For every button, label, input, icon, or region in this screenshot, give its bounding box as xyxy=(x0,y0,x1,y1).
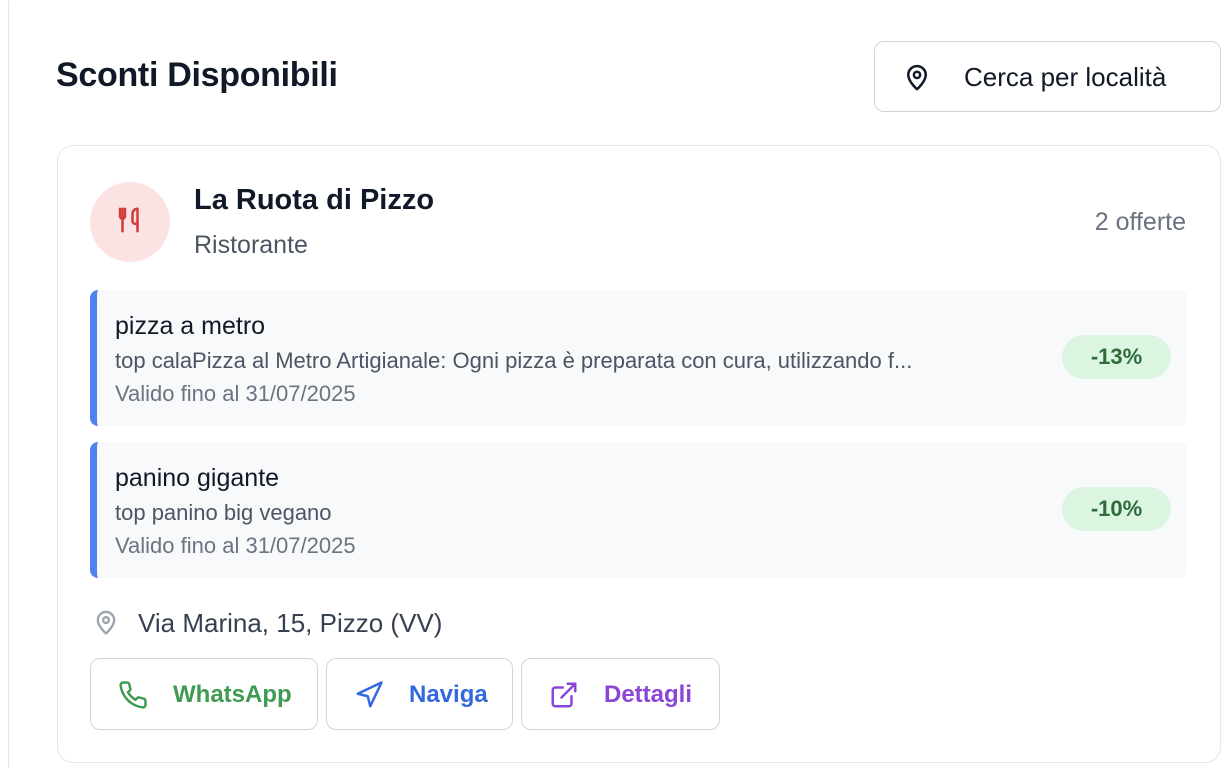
map-pin-icon xyxy=(902,63,932,93)
restaurant-avatar xyxy=(90,182,170,262)
details-button[interactable]: Dettagli xyxy=(521,658,720,730)
address-row: Via Marina, 15, Pizzo (VV) xyxy=(92,607,442,639)
offer-valid-until: Valido fino al 31/07/2025 xyxy=(115,381,356,406)
offer-description: top panino big vegano xyxy=(115,500,332,525)
fork-knife-icon xyxy=(115,205,145,240)
restaurant-type: Ristorante xyxy=(194,231,308,259)
navigate-button[interactable]: Naviga xyxy=(326,658,513,730)
search-by-location-button[interactable]: Cerca per località xyxy=(874,41,1221,112)
location-pin-icon xyxy=(92,608,120,638)
whatsapp-button[interactable]: WhatsApp xyxy=(90,658,318,730)
page-title: Sconti Disponibili xyxy=(56,56,338,94)
search-by-location-label: Cerca per località xyxy=(964,62,1167,92)
phone-icon xyxy=(118,680,148,710)
offer-valid-until: Valido fino al 31/07/2025 xyxy=(115,533,356,558)
offer-title: pizza a metro xyxy=(115,312,266,340)
restaurant-name: La Ruota di Pizzo xyxy=(194,184,435,216)
offer-item[interactable]: pizza a metro top calaPizza al Metro Art… xyxy=(90,290,1187,426)
address-text: Via Marina, 15, Pizzo (VV) xyxy=(138,608,443,638)
navigation-arrow-icon xyxy=(354,680,384,710)
offer-description: top calaPizza al Metro Artigianale: Ogni… xyxy=(115,348,913,373)
offer-item[interactable]: panino gigante top panino big vegano Val… xyxy=(90,442,1187,578)
discount-badge: -10% xyxy=(1062,487,1171,531)
external-link-icon xyxy=(549,680,579,710)
offer-title: panino gigante xyxy=(115,464,280,492)
whatsapp-label: WhatsApp xyxy=(173,681,292,708)
details-label: Dettagli xyxy=(604,681,693,708)
navigate-label: Naviga xyxy=(409,681,488,708)
offers-count: 2 offerte xyxy=(1094,208,1186,236)
discount-badge: -13% xyxy=(1062,335,1171,379)
